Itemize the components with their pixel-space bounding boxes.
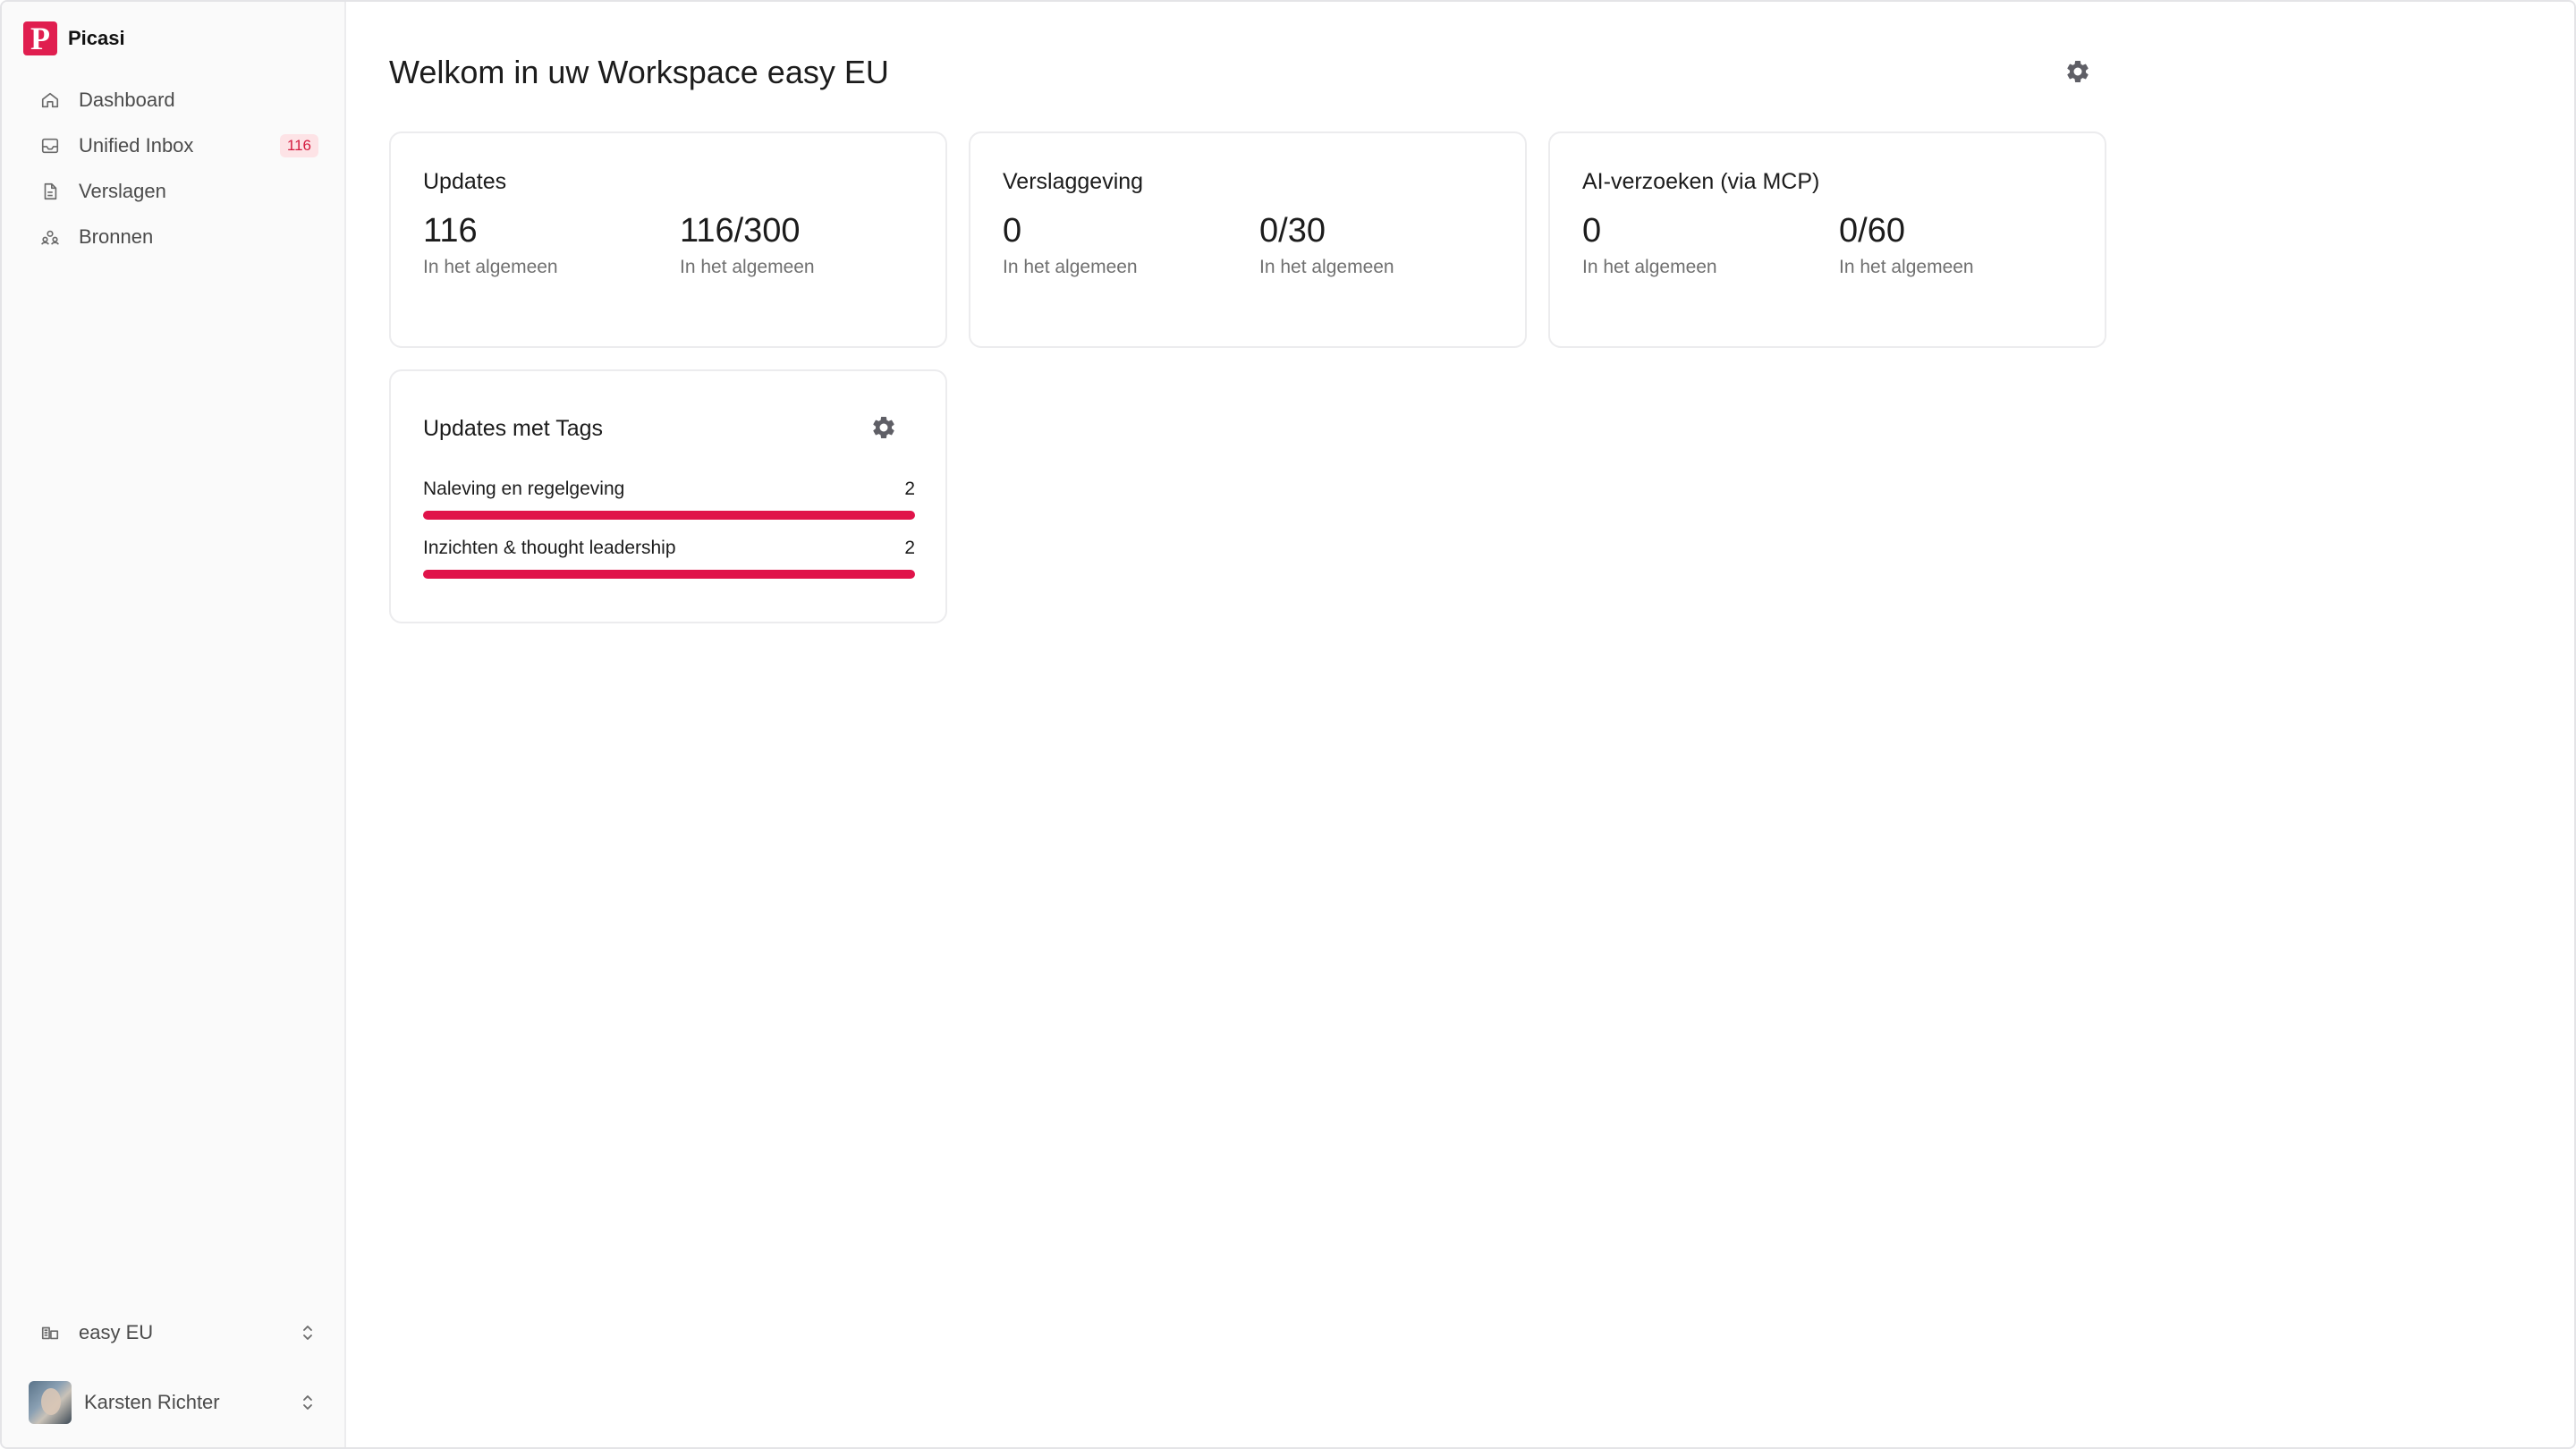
sidebar: P Picasi Dashboard Unified Inbox 116 Ver… (2, 2, 346, 1447)
card-title: Updates (423, 169, 507, 194)
updates-tags-card: Updates met Tags Naleving en regelgeving… (389, 369, 947, 623)
stat-label: In het algemeen (680, 257, 815, 277)
card-title: AI-verzoeken (via MCP) (1582, 169, 1820, 194)
sidebar-item-label: Dashboard (79, 88, 175, 111)
main-content: Welkom in uw Workspace easy EU Updates 1… (346, 2, 2574, 1447)
chevron-up-down-icon (297, 1392, 318, 1413)
gear-icon[interactable] (870, 414, 897, 441)
card-title: Updates met Tags (423, 416, 604, 441)
avatar (29, 1381, 72, 1424)
tag-count: 2 (904, 479, 915, 499)
tag-count: 2 (904, 538, 915, 558)
tag-row[interactable]: Inzichten & thought leadership 2 (423, 538, 915, 579)
stat-value: 116/300 (680, 212, 801, 250)
app-window: P Picasi Dashboard Unified Inbox 116 Ver… (0, 0, 2576, 1449)
stat-label: In het algemeen (1839, 257, 1974, 277)
workspace-name: easy EU (79, 1321, 154, 1343)
tag-bar (423, 570, 915, 579)
chevron-up-down-icon (297, 1322, 318, 1343)
sidebar-nav: Dashboard Unified Inbox 116 Verslagen Br… (23, 77, 318, 259)
stat-label: In het algemeen (1582, 257, 1717, 277)
page-title: Welkom in uw Workspace easy EU (389, 54, 889, 90)
stat-value: 0/30 (1259, 212, 1326, 250)
document-icon (39, 181, 61, 202)
tag-label: Inzichten & thought leadership (423, 538, 676, 558)
brand-logo: P (23, 21, 57, 55)
sidebar-item-label: Unified Inbox (79, 133, 194, 157)
inbox-count-badge: 116 (279, 133, 318, 157)
stat-label: In het algemeen (1003, 257, 1138, 277)
user-menu[interactable]: Karsten Richter (23, 1377, 318, 1428)
home-icon (39, 89, 61, 111)
stat-quota: 116/300 In het algemeen (680, 210, 815, 278)
inbox-icon (39, 135, 61, 157)
sources-icon (39, 226, 61, 248)
stat-total: 0 In het algemeen (1003, 210, 1138, 278)
tag-row[interactable]: Naleving en regelgeving 2 (423, 479, 915, 520)
stat-label: In het algemeen (1259, 257, 1394, 277)
sidebar-item-unified-inbox[interactable]: Unified Inbox 116 (23, 123, 318, 168)
sidebar-item-label: Bronnen (79, 225, 154, 248)
stat-label: In het algemeen (423, 257, 558, 277)
brand[interactable]: P Picasi (23, 21, 125, 55)
tag-label: Naleving en regelgeving (423, 479, 625, 499)
tag-bar (423, 511, 915, 520)
stat-value: 0/60 (1839, 212, 1905, 250)
card-title: Verslaggeving (1003, 169, 1144, 194)
brand-name: Picasi (68, 27, 125, 49)
stat-value: 0 (1582, 212, 1602, 250)
sidebar-item-verslagen[interactable]: Verslagen (23, 168, 318, 214)
stat-quota: 0/60 In het algemeen (1839, 210, 1974, 278)
stat-value: 116 (423, 212, 478, 250)
workspace-switcher[interactable]: easy EU (23, 1310, 318, 1355)
workspace-icon (39, 1322, 61, 1343)
verslaggeving-card: Verslaggeving 0 In het algemeen 0/30 In … (969, 131, 1527, 348)
updates-card: Updates 116 In het algemeen 116/300 In h… (389, 131, 947, 348)
ai-requests-card: AI-verzoeken (via MCP) 0 In het algemeen… (1548, 131, 2106, 348)
user-name: Karsten Richter (84, 1391, 220, 1413)
sidebar-item-label: Verslagen (79, 179, 166, 202)
sidebar-item-bronnen[interactable]: Bronnen (23, 214, 318, 259)
stat-quota: 0/30 In het algemeen (1259, 210, 1394, 278)
gear-icon[interactable] (2064, 58, 2091, 85)
stat-value: 0 (1003, 212, 1022, 250)
stat-total: 116 In het algemeen (423, 210, 558, 278)
sidebar-item-dashboard[interactable]: Dashboard (23, 77, 318, 123)
stat-total: 0 In het algemeen (1582, 210, 1717, 278)
